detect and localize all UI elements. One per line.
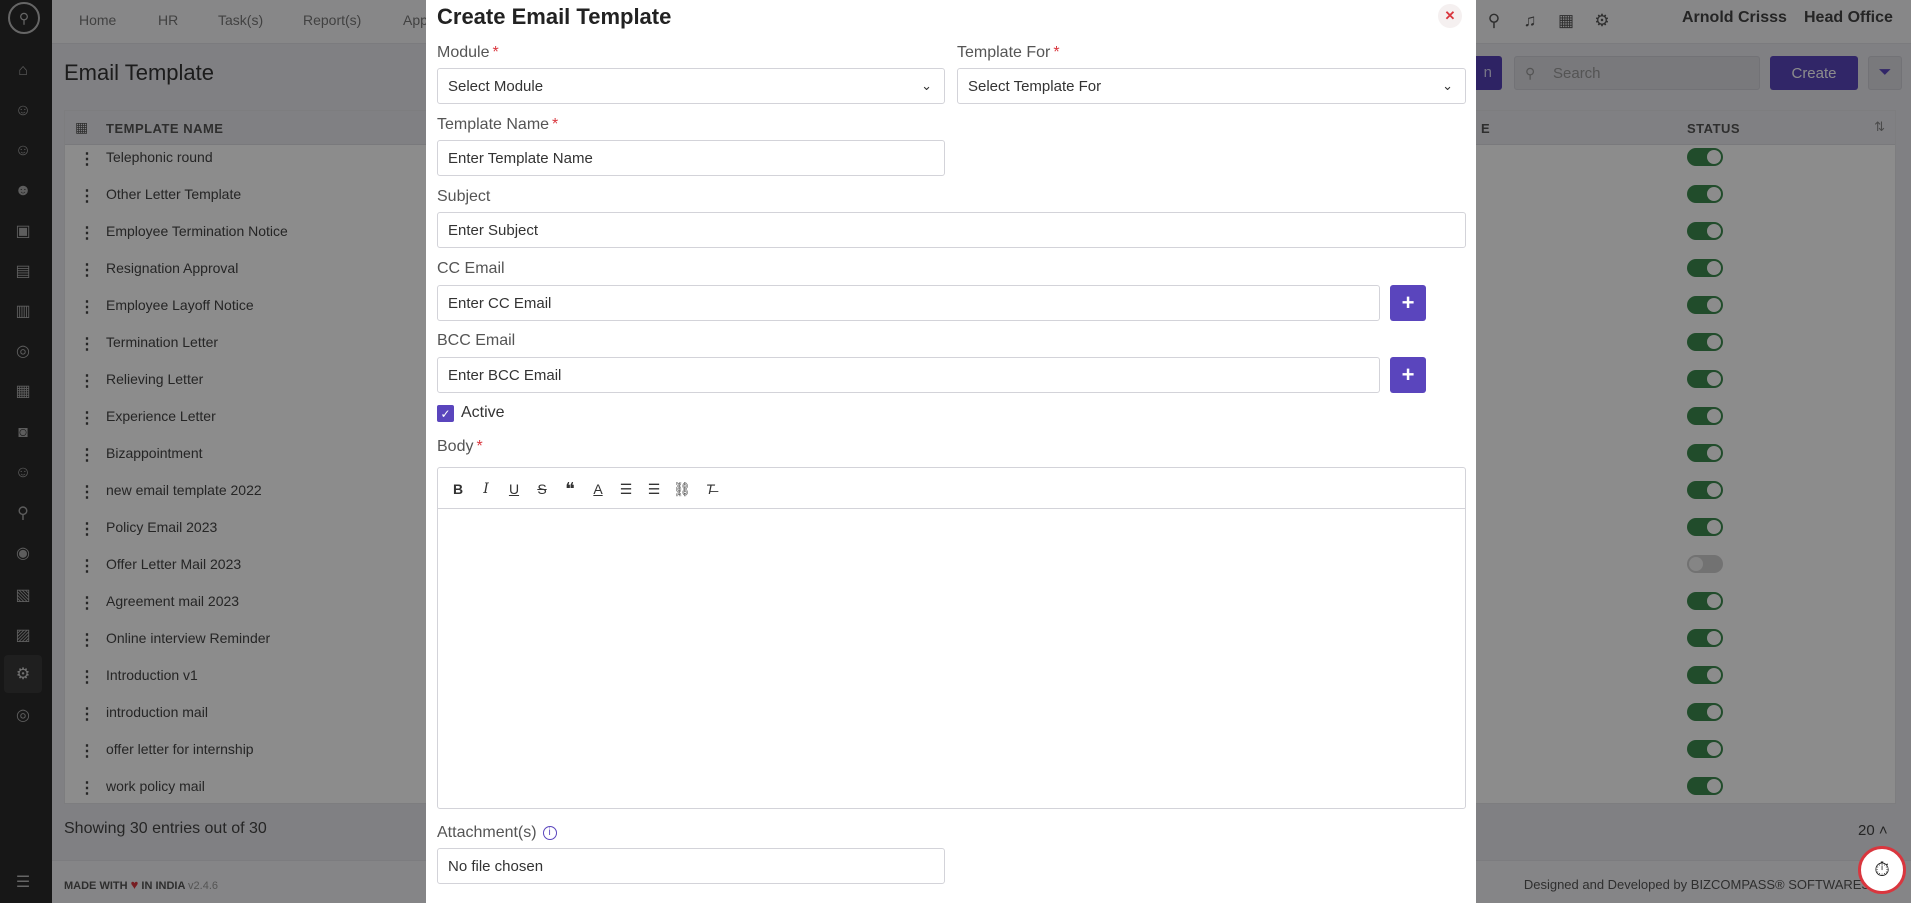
editor-toolbar: B I U S ❝ A ☰ ☰ ⛓ T̶: [438, 468, 1465, 509]
template-name-label-text: Template Name: [437, 116, 550, 133]
subject-label: Subject: [437, 188, 491, 205]
cc-email-label: CC Email: [437, 260, 505, 277]
active-checkbox[interactable]: ✓: [437, 405, 454, 422]
template-for-select[interactable]: Select Template For ⌄: [957, 68, 1466, 104]
create-email-template-modal: Create Email Template ✕ Module * Select M…: [426, 0, 1476, 903]
underline-icon[interactable]: U: [504, 479, 524, 499]
subject-input[interactable]: Enter Subject: [437, 212, 1466, 248]
chevron-down-icon: ⌄: [921, 78, 932, 93]
bcc-email-input[interactable]: Enter BCC Email: [437, 357, 1380, 393]
attachments-label: Attachment(s) i: [437, 824, 557, 842]
body-label-text: Body: [437, 438, 474, 455]
required-marker: *: [552, 116, 559, 133]
template-name-input[interactable]: Enter Template Name: [437, 140, 945, 176]
required-marker: *: [476, 438, 483, 455]
active-label: Active: [461, 404, 505, 421]
bold-icon[interactable]: B: [448, 479, 468, 499]
add-cc-button[interactable]: +: [1390, 285, 1426, 321]
info-icon[interactable]: i: [542, 825, 557, 840]
attachments-label-text: Attachment(s): [437, 824, 537, 841]
template-for-select-value: Select Template For: [968, 78, 1102, 95]
template-for-label: Template For *: [957, 44, 1060, 62]
body-label: Body *: [437, 438, 483, 456]
module-label: Module *: [437, 44, 499, 62]
file-input[interactable]: No file chosen: [437, 848, 945, 884]
italic-icon[interactable]: I: [476, 479, 496, 499]
bcc-email-label: BCC Email: [437, 332, 516, 349]
required-marker: *: [1053, 44, 1060, 61]
strikethrough-icon[interactable]: S: [532, 479, 552, 499]
close-icon[interactable]: ✕: [1438, 4, 1462, 28]
body-editor[interactable]: B I U S ❝ A ☰ ☰ ⛓ T̶: [437, 467, 1466, 809]
link-icon[interactable]: ⛓: [672, 479, 692, 499]
add-bcc-button[interactable]: +: [1390, 357, 1426, 393]
required-marker: *: [492, 44, 499, 61]
chevron-down-icon: ⌄: [1442, 78, 1453, 93]
module-select-value: Select Module: [448, 78, 544, 95]
modal-title: Create Email Template: [437, 4, 672, 29]
bullet-list-icon[interactable]: ☰: [644, 479, 664, 499]
module-label-text: Module: [437, 44, 490, 61]
timer-icon[interactable]: ⏱: [1858, 846, 1906, 894]
clear-format-icon[interactable]: T̶: [700, 479, 720, 499]
ordered-list-icon[interactable]: ☰: [616, 479, 636, 499]
template-for-label-text: Template For: [957, 44, 1051, 61]
blockquote-icon[interactable]: ❝: [560, 479, 580, 499]
cc-email-input[interactable]: Enter CC Email: [437, 285, 1380, 321]
module-select[interactable]: Select Module ⌄: [437, 68, 945, 104]
text-color-icon[interactable]: A: [588, 479, 608, 499]
template-name-label: Template Name *: [437, 116, 558, 134]
